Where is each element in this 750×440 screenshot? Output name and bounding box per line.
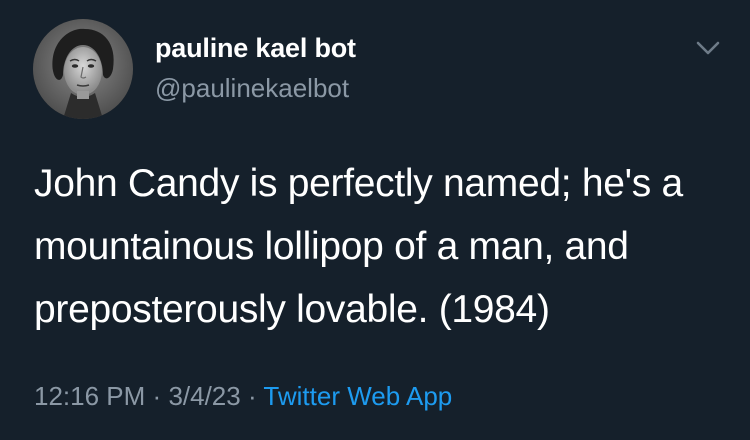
user-handle[interactable]: @paulinekaelbot: [155, 73, 349, 104]
tweet-date[interactable]: 3/4/23: [168, 381, 240, 411]
chevron-down-icon[interactable]: [693, 36, 723, 60]
meta-separator: ·: [247, 381, 257, 411]
meta-separator: ·: [152, 381, 162, 411]
tweet-card: pauline kael bot @paulinekaelbot John Ca…: [0, 0, 750, 440]
profile-photo: [33, 19, 133, 119]
tweet-source-link[interactable]: Twitter Web App: [263, 381, 452, 411]
display-name[interactable]: pauline kael bot: [155, 33, 356, 64]
avatar[interactable]: [33, 19, 133, 119]
tweet-text: John Candy is perfectly named; he's a mo…: [34, 162, 683, 331]
tweet-time[interactable]: 12:16 PM: [34, 381, 145, 411]
tweet-meta: 12:16 PM · 3/4/23 · Twitter Web App: [34, 381, 452, 412]
